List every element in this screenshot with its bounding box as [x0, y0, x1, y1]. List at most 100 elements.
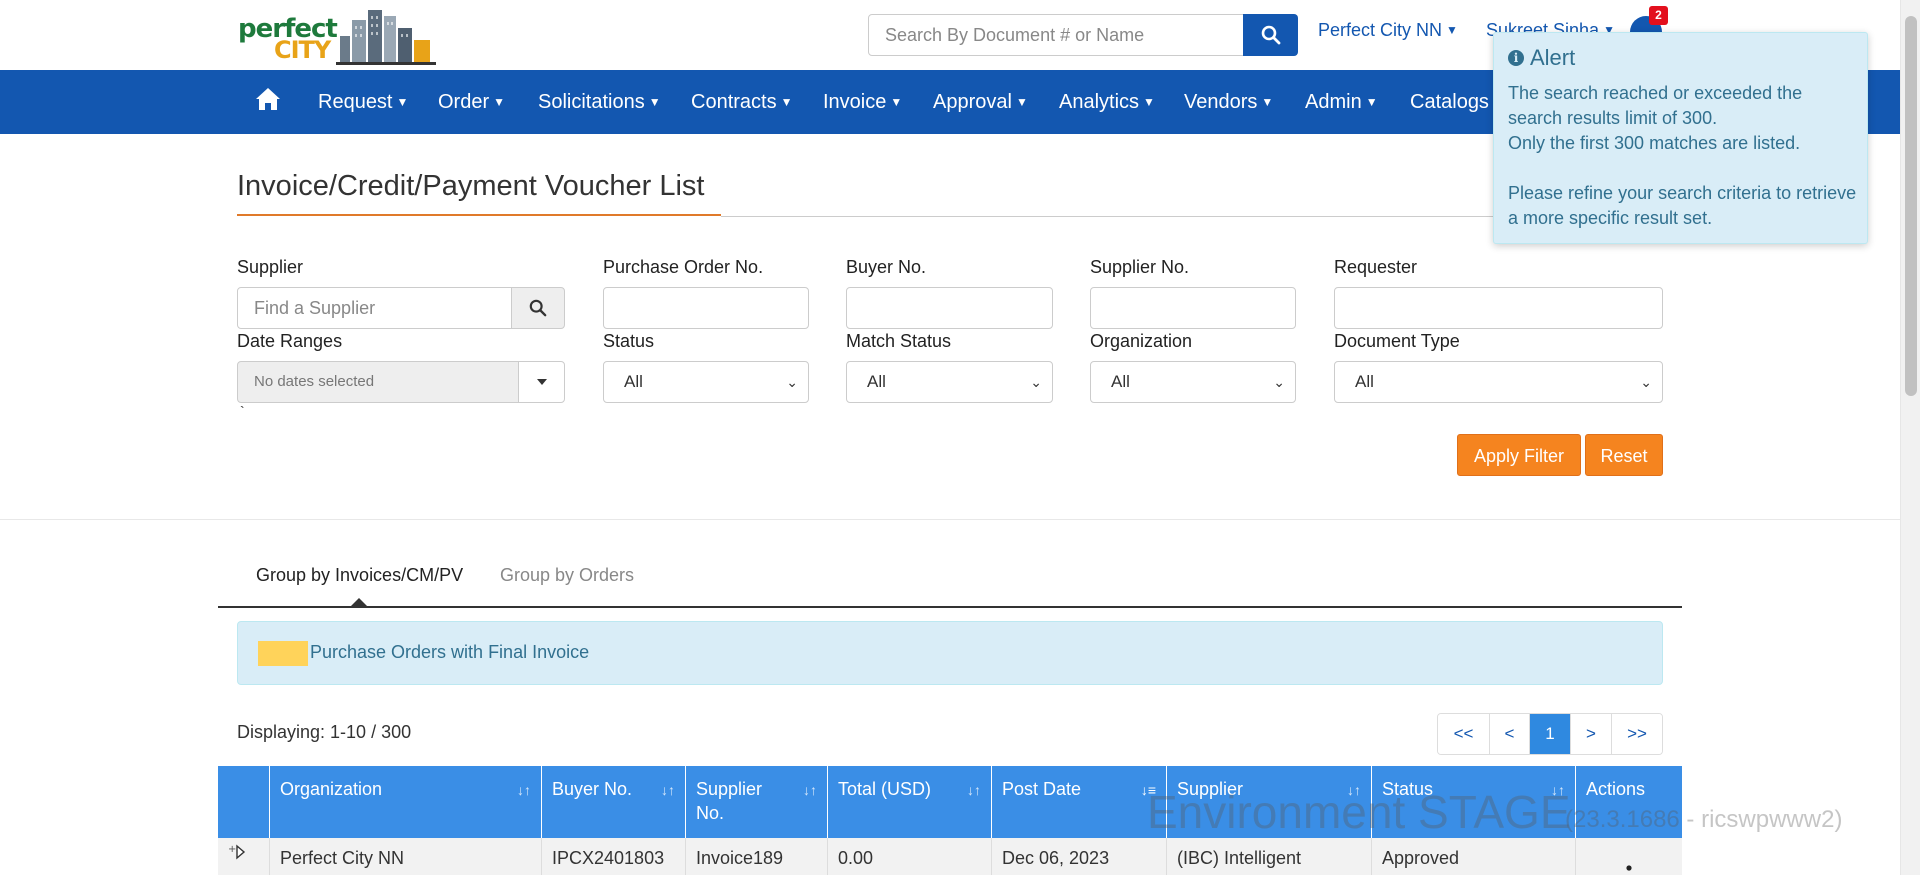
- cell-post-date: Dec 06, 2023: [992, 838, 1167, 875]
- svg-text:+: +: [228, 844, 236, 855]
- buyer-number-label: Buyer No.: [846, 257, 927, 277]
- scrollbar-thumb[interactable]: [1905, 16, 1917, 396]
- global-search-button[interactable]: [1243, 14, 1298, 56]
- caret-down-icon: [536, 379, 547, 385]
- requester-input[interactable]: [1334, 287, 1663, 329]
- alert-body: The search reached or exceeded the searc…: [1508, 81, 1858, 231]
- column-header-label: Actions: [1586, 779, 1646, 799]
- tab-group-by-orders[interactable]: Group by Orders: [500, 565, 634, 586]
- nav-catalogs-label: Catalogs: [1410, 91, 1489, 113]
- status-label: Status: [603, 331, 655, 351]
- reset-button[interactable]: Reset: [1585, 434, 1663, 476]
- expand-row-toggle[interactable]: +: [218, 838, 270, 875]
- document-type-label: Document Type: [1334, 331, 1460, 351]
- nav-catalogs[interactable]: Catalogs▼: [1410, 70, 1505, 134]
- caret-down-icon: ▼: [1261, 95, 1274, 109]
- global-search-input[interactable]: [868, 14, 1244, 56]
- date-ranges-label: Date Ranges: [237, 331, 343, 351]
- requester-label: Requester: [1334, 257, 1418, 277]
- nav-invoice-label: Invoice: [823, 91, 887, 113]
- pagination-last[interactable]: >>: [1612, 714, 1662, 754]
- column-header-total[interactable]: Total (USD) ↓↑: [828, 766, 992, 838]
- page-scrollbar[interactable]: [1900, 0, 1920, 875]
- supplier-search-input[interactable]: [237, 287, 512, 329]
- nav-home[interactable]: [254, 70, 282, 134]
- organization-dropdown[interactable]: Perfect City NN ▼: [1318, 20, 1458, 41]
- home-icon: [256, 88, 280, 110]
- notification-count-badge: 2: [1649, 6, 1668, 25]
- po-number-label: Purchase Order No.: [603, 257, 764, 277]
- sort-icon: ↓↑: [803, 782, 817, 798]
- chevron-down-icon: ⌄: [786, 374, 798, 390]
- nav-request[interactable]: Request ▼: [318, 70, 408, 134]
- global-search: [868, 14, 1298, 56]
- expand-row-icon: +: [228, 844, 246, 860]
- po-number-input[interactable]: [603, 287, 809, 329]
- column-header-buyer-no[interactable]: Buyer No. ↓↑: [542, 766, 686, 838]
- title-underline-accent: [237, 214, 721, 216]
- search-icon: [529, 299, 547, 317]
- alert-message-limit: The search reached or exceeded the searc…: [1508, 83, 1803, 128]
- organization-select-value: All: [1111, 372, 1130, 391]
- chevron-down-icon: ⌄: [1640, 374, 1652, 390]
- document-type-select[interactable]: All ⌄: [1334, 361, 1663, 403]
- caret-down-icon: ▼: [493, 95, 506, 109]
- active-tab-pointer: [350, 598, 368, 607]
- supplier-search-button[interactable]: [511, 287, 565, 329]
- nav-vendors[interactable]: Vendors ▼: [1184, 70, 1273, 134]
- status-select[interactable]: All ⌄: [603, 361, 809, 403]
- nav-order[interactable]: Order ▼: [438, 70, 505, 134]
- cell-buyer-no[interactable]: IPCX2401803: [542, 838, 686, 875]
- legend-info-box: Purchase Orders with Final Invoice: [237, 621, 1663, 685]
- pagination-next[interactable]: >: [1571, 714, 1612, 754]
- nav-invoice[interactable]: Invoice ▼: [823, 70, 902, 134]
- column-header-organization[interactable]: Organization ↓↑: [270, 766, 542, 838]
- nav-approval[interactable]: Approval ▼: [933, 70, 1028, 134]
- status-select-value: All: [624, 372, 643, 391]
- match-status-select[interactable]: All ⌄: [846, 361, 1053, 403]
- table-row[interactable]: + Perfect City NN IPCX2401803 Invoice189…: [218, 838, 1682, 875]
- nav-analytics-label: Analytics: [1059, 91, 1140, 113]
- pagination-prev[interactable]: <: [1490, 714, 1530, 754]
- caret-down-icon: ▼: [648, 95, 661, 109]
- supplier-number-input[interactable]: [1090, 287, 1296, 329]
- buyer-number-input[interactable]: [846, 287, 1053, 329]
- page-title: Invoice/Credit/Payment Voucher List: [237, 170, 705, 202]
- nav-solicitations[interactable]: Solicitations ▼: [538, 70, 661, 134]
- caret-down-icon: ▼: [1143, 95, 1155, 109]
- nav-request-label: Request: [318, 91, 393, 113]
- search-limit-alert: i Alert The search reached or exceeded th…: [1493, 32, 1868, 244]
- pagination-first[interactable]: <<: [1438, 714, 1490, 754]
- column-header-supplier-no[interactable]: Supplier No. ↓↑: [686, 766, 828, 838]
- column-header-post-date[interactable]: Post Date ↓≡: [992, 766, 1167, 838]
- nav-admin[interactable]: Admin ▼: [1305, 70, 1378, 134]
- supplier-number-label: Supplier No.: [1090, 257, 1190, 277]
- expand-column-header: [218, 766, 270, 838]
- alert-message-listed: Only the first 300 matches are listed.: [1508, 133, 1801, 153]
- supplier-label: Supplier: [237, 257, 304, 277]
- chevron-down-icon: ⌄: [1273, 374, 1285, 390]
- caret-down-icon: ▼: [1365, 95, 1378, 109]
- date-range-field[interactable]: No dates selected: [237, 361, 519, 403]
- row-actions-menu[interactable]: [1576, 838, 1682, 875]
- tab-group-by-invoices[interactable]: Group by Invoices/CM/PV: [256, 565, 463, 586]
- nav-approval-label: Approval: [933, 91, 1012, 113]
- nav-contracts[interactable]: Contracts ▼: [691, 70, 792, 134]
- city-skyline-icon: [336, 10, 436, 65]
- column-header-label: Buyer No.: [552, 779, 633, 799]
- caret-down-icon: ▼: [780, 95, 793, 109]
- organization-select[interactable]: All ⌄: [1090, 361, 1296, 403]
- perfect-city-logo[interactable]: perfect CITY: [238, 4, 436, 66]
- pagination-page-1[interactable]: 1: [1530, 714, 1571, 754]
- nav-order-label: Order: [438, 91, 490, 113]
- column-header-label: Post Date: [1002, 779, 1082, 799]
- chevron-down-icon: ⌄: [1030, 374, 1042, 390]
- alert-message-refine: Please refine your search criteria to re…: [1508, 183, 1857, 228]
- pagination: << < 1 > >>: [1437, 713, 1663, 755]
- apply-filter-button[interactable]: Apply Filter: [1457, 434, 1581, 476]
- caret-down-icon: ▼: [396, 95, 409, 109]
- date-range-dropdown-button[interactable]: [518, 361, 565, 403]
- nav-admin-label: Admin: [1305, 91, 1362, 113]
- search-icon: [1261, 25, 1280, 45]
- nav-analytics[interactable]: Analytics ▼: [1059, 70, 1155, 134]
